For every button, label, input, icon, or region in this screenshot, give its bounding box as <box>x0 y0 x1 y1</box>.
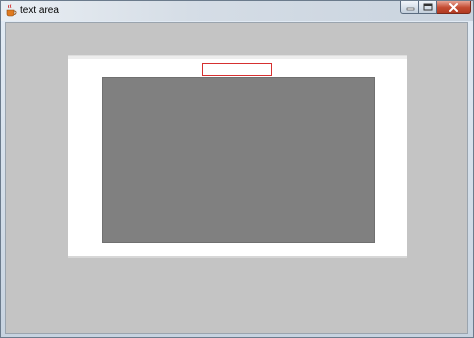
title-bar[interactable]: text area <box>1 1 473 21</box>
maximize-button[interactable] <box>419 1 437 14</box>
minimize-button[interactable] <box>400 1 419 14</box>
minimize-icon <box>406 7 415 11</box>
text-field[interactable] <box>202 63 272 76</box>
close-icon <box>449 3 458 12</box>
text-area[interactable] <box>102 77 375 243</box>
close-button[interactable] <box>437 1 471 14</box>
main-panel <box>68 55 407 258</box>
maximize-icon <box>423 3 433 11</box>
content-pane <box>5 22 468 334</box>
app-window: text area <box>0 0 474 338</box>
panel-header-strip <box>68 56 407 59</box>
window-title: text area <box>20 5 59 16</box>
java-coffee-cup-icon[interactable] <box>5 4 17 17</box>
